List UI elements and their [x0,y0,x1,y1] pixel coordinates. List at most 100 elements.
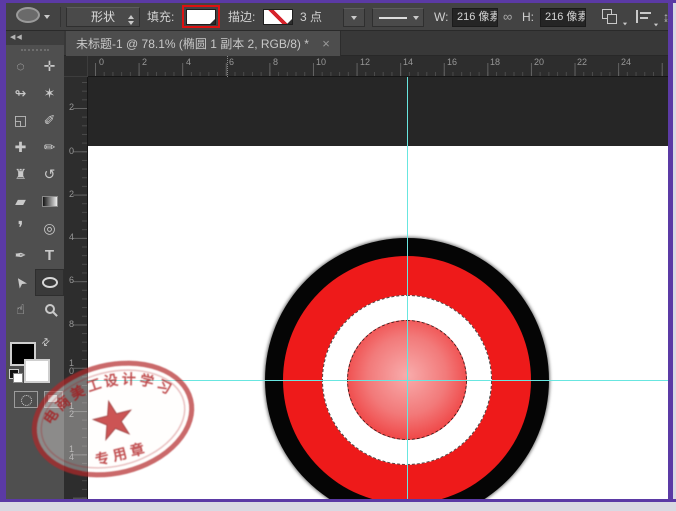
ruler-position-marker [227,56,228,77]
clone-stamp-icon: ♜ [14,161,27,188]
zoom-tool[interactable] [35,296,64,323]
path-operations-button[interactable] [602,9,622,25]
align-icon [636,10,638,23]
chevron-down-icon [351,16,357,20]
link-dimensions-icon[interactable]: ∞ [503,3,512,31]
ruler-label: 24 [621,57,631,67]
close-icon[interactable]: × [322,36,330,51]
ruler-label: 0 [99,57,104,67]
ruler-label: 16 [447,57,457,67]
type-icon: T [45,242,54,269]
path-alignment-button[interactable] [636,9,654,25]
ruler-label: 8 [273,57,278,67]
tool-preset-picker[interactable] [16,3,60,31]
ruler-label: 2 [67,103,76,111]
ruler-label: 20 [534,57,544,67]
height-label: H: [522,3,534,31]
ruler-label: 4 [186,57,191,67]
ruler-label: 10 [316,57,326,67]
magnifier-icon [45,304,55,314]
crop-tool[interactable]: ◱ [6,107,35,134]
type-tool[interactable]: T [35,242,64,269]
ruler-label: 2 [67,190,76,198]
options-overflow-icon[interactable]: ↨ [663,3,669,31]
tool-grid: ◌ ✛ ↬ ✶ ◱ ✐ ✚ ✏ ♜ ↺ ▰ ❜ ◎ ✒ T ➤ ☝ [6,53,64,323]
vertical-guide[interactable] [407,77,408,499]
eraser-icon: ▰ [15,188,26,215]
ruler-label: 2 [142,57,147,67]
tool-mode-dropdown[interactable]: 形状 [66,7,140,27]
window-border-bottom [0,499,676,502]
document-tab[interactable]: 未标题-1 @ 78.1% (椭圆 1 副本 2, RGB/8) * × [66,31,341,56]
chevron-down-icon [44,15,50,19]
ellipse-icon [42,277,58,288]
clone-stamp-tool[interactable]: ♜ [6,161,35,188]
overlapping-squares-icon [607,14,617,24]
fill-label: 填充: [147,3,174,31]
marquee-tool[interactable]: ◌ [6,53,35,80]
lasso-icon: ↬ [15,80,27,107]
horizontal-ruler[interactable]: 0 2 4 6 8 10 12 14 16 18 20 22 24 [88,56,668,77]
ruler-label: 22 [577,57,587,67]
width-field[interactable]: 216 像素 [452,8,498,27]
history-brush-tool[interactable]: ↺ [35,161,64,188]
eyedropper-icon: ✐ [44,107,56,134]
eraser-tool[interactable]: ▰ [6,188,35,215]
healing-brush-tool[interactable]: ✚ [6,134,35,161]
document-tab-title: 未标题-1 @ 78.1% (椭圆 1 副本 2, RGB/8) * [76,37,309,51]
ruler-label: 14 [403,57,413,67]
hand-tool[interactable]: ☝ [6,296,35,323]
blur-tool[interactable]: ❜ [6,215,35,242]
eyedropper-tool[interactable]: ✐ [35,107,64,134]
ruler-label: 8 [67,320,76,328]
lasso-tool[interactable]: ↬ [6,80,35,107]
width-label: W: [434,3,448,31]
chevron-down-icon [654,24,658,27]
gradient-icon [42,196,58,207]
align-icon [640,17,648,19]
height-field[interactable]: 216 像素 [540,8,586,27]
ruler-label: 6 [229,57,234,67]
ellipse-tool-selected[interactable] [35,269,64,296]
document-tab-bar: 未标题-1 @ 78.1% (椭圆 1 副本 2, RGB/8) * × [64,31,668,56]
magic-wand-icon: ✶ [44,80,56,107]
ruler-label: 18 [490,57,500,67]
tool-mode-value: 形状 [91,10,115,24]
brush-tool[interactable]: ✏ [35,134,64,161]
swap-colors-icon[interactable]: ⇄ [39,336,53,350]
ruler-label: 12 [360,57,370,67]
healing-brush-icon: ✚ [15,134,27,161]
marquee-icon: ◌ [16,53,24,80]
gradient-tool[interactable] [35,188,64,215]
stroke-label: 描边: [228,3,255,31]
magic-wand-tool[interactable]: ✶ [35,80,64,107]
stroke-swatch[interactable] [263,9,293,25]
window-border-right [668,0,673,502]
move-tool[interactable]: ✛ [35,53,64,80]
toolbar-collapse-button[interactable]: ◀◀ [6,31,64,45]
ruler-corner[interactable] [64,56,88,77]
crop-icon: ◱ [14,107,27,134]
stroke-width-dropdown[interactable] [343,8,365,27]
ruler-label: 4 [67,233,76,241]
chevron-down-icon [413,16,419,20]
brush-icon: ✏ [44,134,56,161]
toolbar-grip-handle[interactable] [21,49,49,51]
tool-options-bar: 形状 填充: 描边: 3 点 W: 216 像素 ∞ H: 216 像素 [6,3,668,31]
blur-drop-icon: ❜ [18,215,24,242]
stroke-style-dropdown[interactable] [372,8,424,27]
photoshop-window: 形状 填充: 描边: 3 点 W: 216 像素 ∞ H: 216 像素 [0,0,676,511]
align-icon [640,12,651,14]
dodge-tool[interactable]: ◎ [35,215,64,242]
ruler-label: 0 [67,147,76,155]
separator [60,7,61,27]
path-selection-tool[interactable]: ➤ [6,269,35,296]
updown-arrows-icon [128,15,134,25]
solid-line-icon [379,17,407,19]
pen-icon: ✒ [15,242,27,269]
pen-tool[interactable]: ✒ [6,242,35,269]
ellipse-preset-icon [16,7,40,23]
hand-icon: ☝ [16,296,25,323]
dodge-icon: ◎ [43,215,55,242]
stroke-width-value[interactable]: 3 点 [300,3,322,31]
